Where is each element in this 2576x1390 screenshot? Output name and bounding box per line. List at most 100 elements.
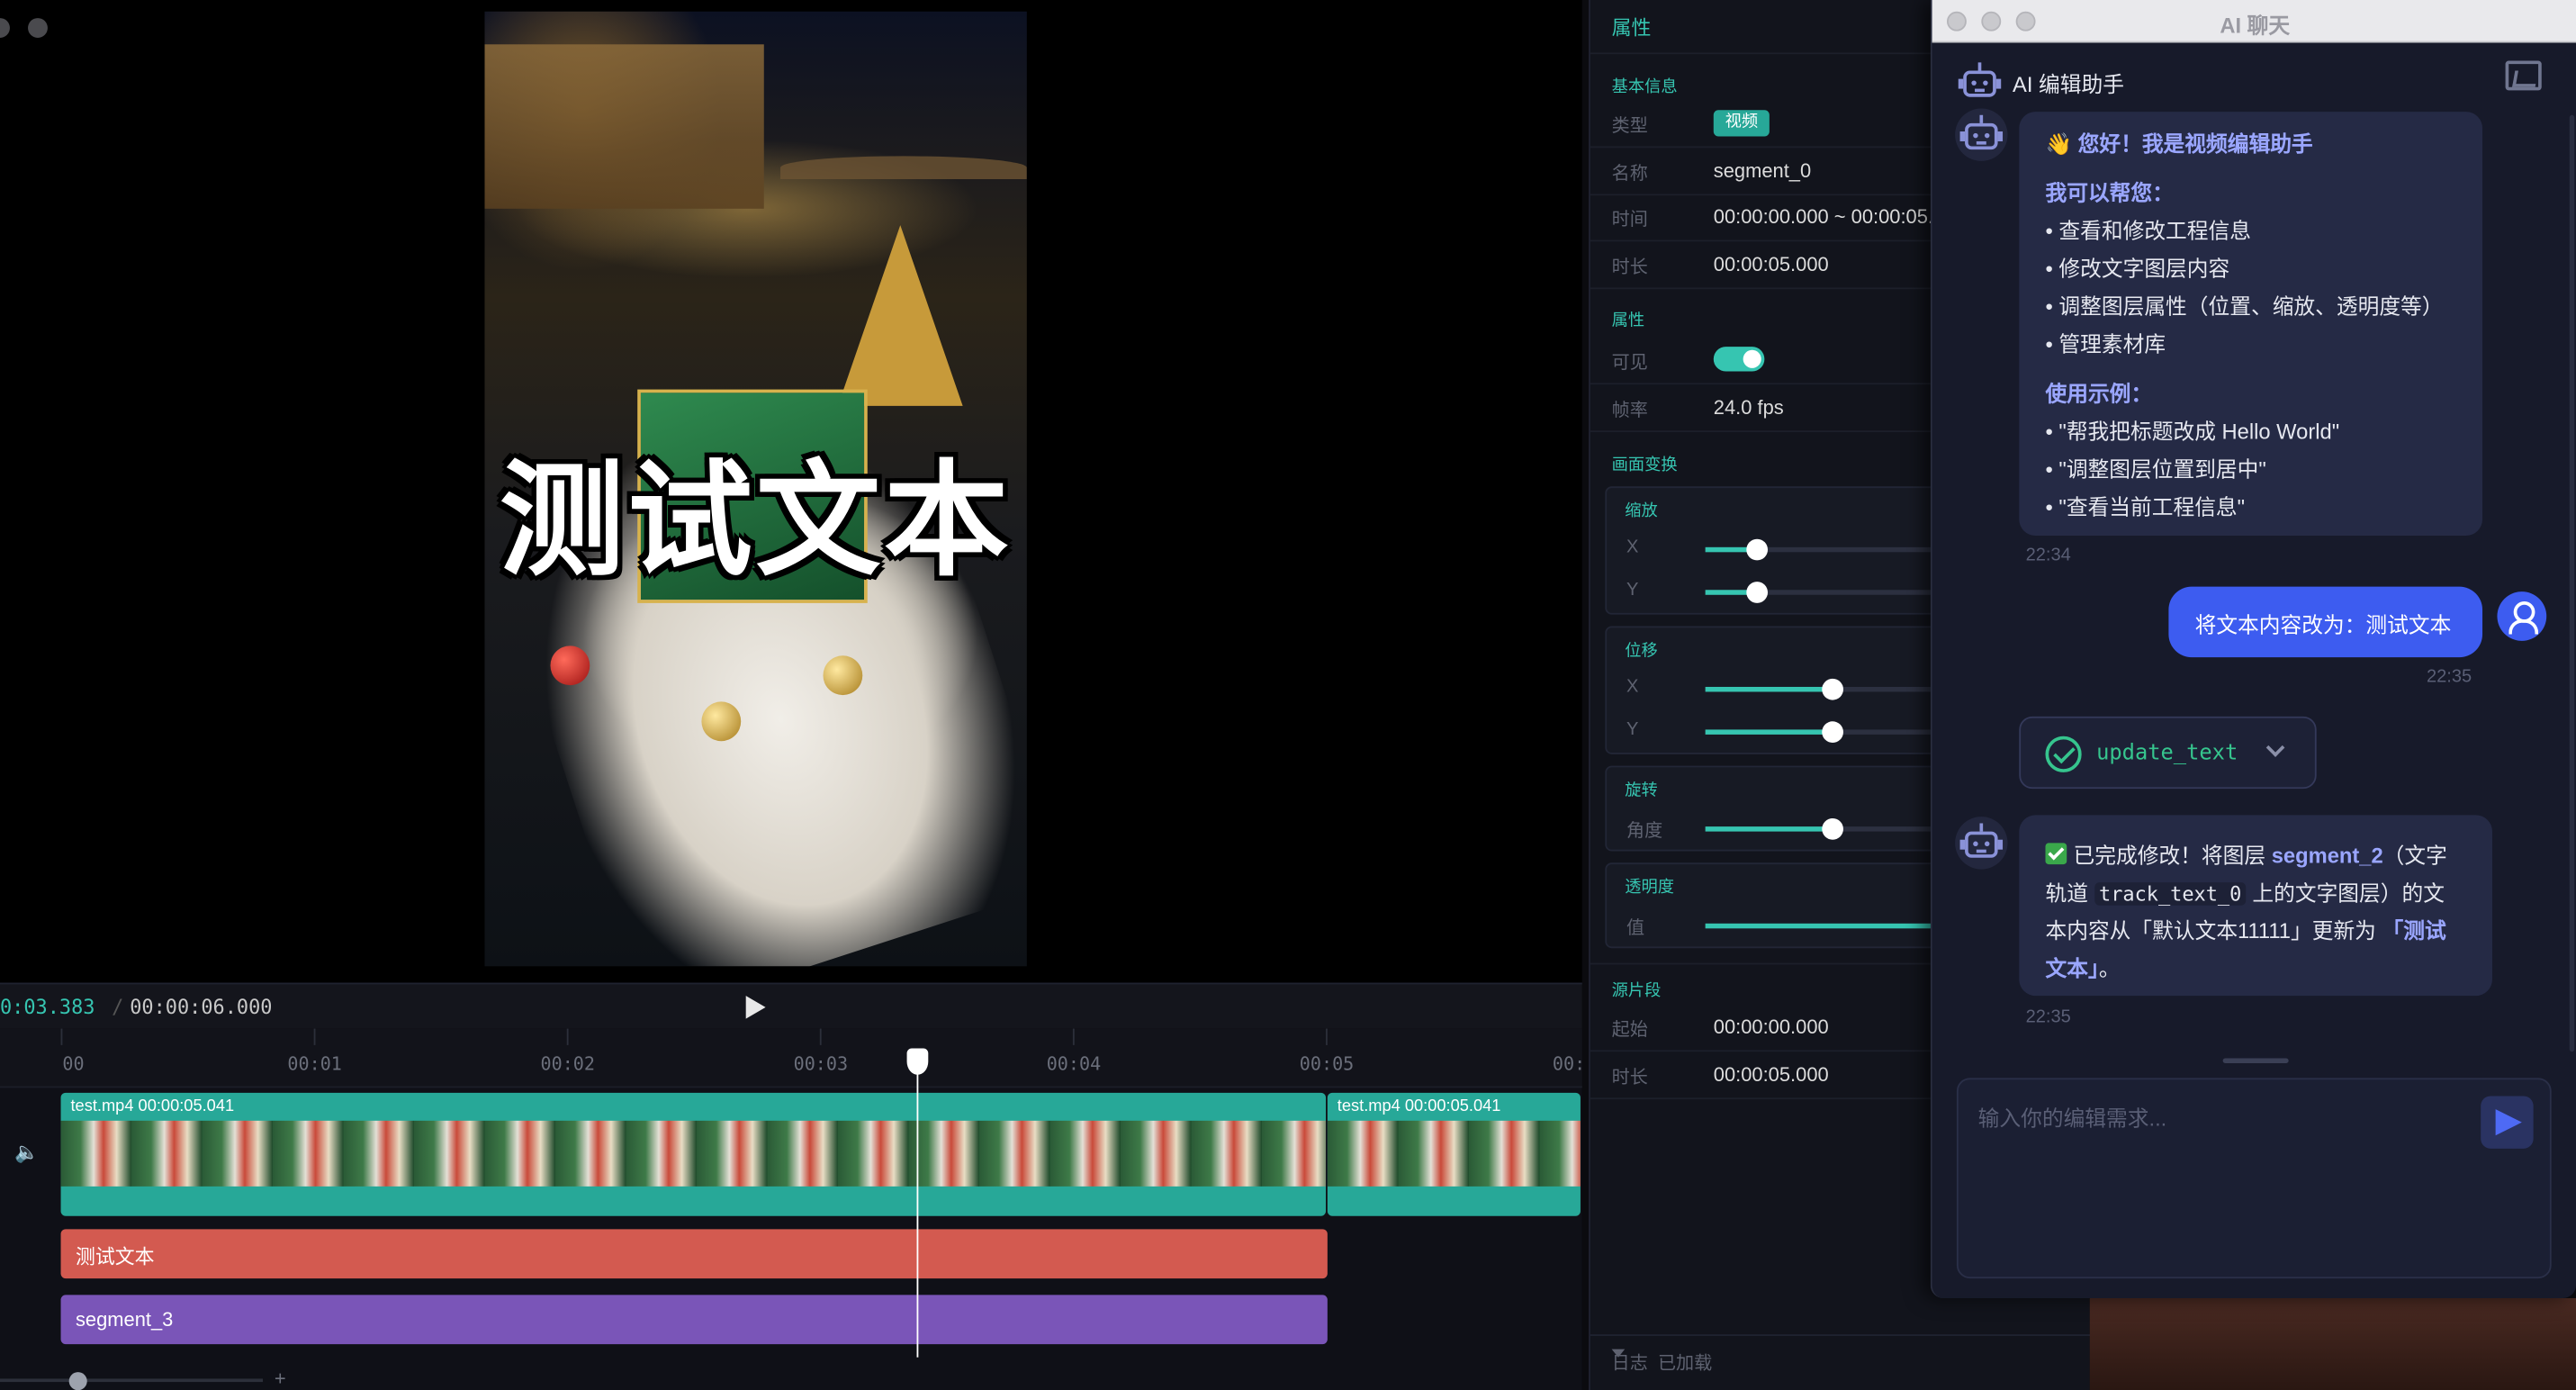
rotation-label: 角度 xyxy=(1626,821,1663,842)
playhead-handle[interactable] xyxy=(906,1048,929,1075)
text-clip[interactable]: 测试文本 xyxy=(60,1229,1328,1279)
chat-scrollbar[interactable] xyxy=(2569,114,2575,1052)
window-close-dot[interactable] xyxy=(0,18,10,38)
position-title: 位移 xyxy=(1625,642,1658,661)
preview-overlay-text[interactable]: 测试文本 xyxy=(484,419,1026,600)
source-heading: 源片段 xyxy=(1611,982,1662,1001)
ruler-tick-label: 00:05 xyxy=(1299,1053,1355,1075)
time-ruler[interactable]: 00 00:01 00:02 00:03 00:04 00:05 00: xyxy=(0,1028,1586,1088)
tool-call-name: update_text xyxy=(2096,741,2238,766)
opacity-title: 透明度 xyxy=(1625,879,1674,898)
source-start-value: 00:00:00.000 xyxy=(1713,1015,1829,1039)
chevron-down-icon[interactable] xyxy=(1611,1349,1626,1358)
check-icon xyxy=(2045,843,2067,865)
playhead-line[interactable] xyxy=(916,1058,919,1358)
play-icon[interactable] xyxy=(745,996,766,1019)
chat-window-title: AI 聊天 xyxy=(2220,13,2291,38)
properties-title: 属性 xyxy=(1611,16,1652,40)
basic-info-heading: 基本信息 xyxy=(1611,78,1678,97)
scale-title: 缩放 xyxy=(1625,502,1658,521)
source-duration-label: 时长 xyxy=(1611,1068,1648,1088)
scale-x-label: X xyxy=(1626,537,1639,557)
chat-input-placeholder: 输入你的编辑需求... xyxy=(1977,1106,2167,1131)
timeline-zoom-knob[interactable] xyxy=(68,1372,87,1390)
assistant-avatar xyxy=(1955,817,2008,870)
desktop-background xyxy=(2089,1297,2576,1390)
user-avatar-icon xyxy=(2497,591,2547,641)
help-item: • 修改文字图层内容 xyxy=(2045,256,2230,282)
assistant-message: 👋 您好！我是视频编辑助手 我可以帮您： • 查看和修改工程信息 • 修改文字图… xyxy=(2019,112,2483,537)
chat-header-title: AI 编辑助手 xyxy=(2012,72,2124,97)
timeline[interactable]: 00 00:01 00:02 00:03 00:04 00:05 00: 🔈 t… xyxy=(0,1028,1586,1390)
result-line: 已完成修改！将图层 segment_2（文字 xyxy=(2045,838,2447,870)
fps-value: 24.0 fps xyxy=(1713,395,1784,420)
window-minimize-dot[interactable] xyxy=(28,18,48,38)
ruler-tick xyxy=(819,1028,822,1045)
chevron-down-icon[interactable] xyxy=(2265,738,2285,757)
ruler-tick xyxy=(1072,1028,1075,1045)
video-preview[interactable]: 测试文本 xyxy=(484,11,1027,967)
assistant-avatar xyxy=(1955,108,2008,161)
preview-building xyxy=(484,44,764,209)
video-clip[interactable]: test.mp4 00:00:05.041 xyxy=(1327,1092,1581,1216)
segment-clip[interactable]: segment_3 xyxy=(60,1295,1328,1345)
current-time: 0:03.383 xyxy=(0,996,95,1019)
user-message-text: 将文本内容改为：测试文本 xyxy=(2194,612,2452,638)
video-clip-label: test.mp4 00:00:05.041 xyxy=(1337,1097,1501,1116)
visible-label: 可见 xyxy=(1611,353,1648,374)
track-mute-icon[interactable]: 🔈 xyxy=(14,1141,39,1164)
opacity-label: 值 xyxy=(1626,918,1645,939)
result-line: 文本」。 xyxy=(2045,956,2121,981)
slider-knob[interactable] xyxy=(1746,582,1769,603)
ruler-tick xyxy=(1326,1028,1328,1045)
tool-call-chip[interactable]: update_text xyxy=(2019,716,2317,790)
slider-fill xyxy=(1705,826,1832,832)
greeting-text: 👋 您好！我是视频编辑助手 xyxy=(2045,131,2313,157)
robot-icon xyxy=(1959,823,2004,859)
message-timestamp: 22:35 xyxy=(2025,1006,2071,1027)
result-line: 轨道 track_text_0 上的文字图层）的文 xyxy=(2045,880,2445,906)
message-timestamp: 22:34 xyxy=(2025,545,2071,565)
preview-ornament xyxy=(701,701,742,742)
preview-bridge xyxy=(780,156,1027,179)
send-icon[interactable] xyxy=(2481,1096,2534,1149)
slider-knob[interactable] xyxy=(1821,678,1843,700)
example-heading: 使用示例： xyxy=(2045,381,2153,406)
ruler-tick-label: 00:01 xyxy=(287,1053,342,1075)
duration-label: 时长 xyxy=(1611,257,1648,278)
resize-handle[interactable] xyxy=(2222,1058,2289,1063)
ruler-tick xyxy=(313,1028,316,1045)
log-bar[interactable]: 日志 已加载 xyxy=(1590,1334,2092,1390)
video-thumbnails xyxy=(1327,1120,1581,1187)
zoom-in-icon[interactable]: + xyxy=(275,1367,286,1390)
preview-tree xyxy=(837,225,963,406)
total-time: 00:00:06.000 xyxy=(130,996,273,1019)
video-clip-label: test.mp4 00:00:05.041 xyxy=(70,1097,235,1116)
chat-titlebar[interactable]: AI 聊天 xyxy=(1932,0,2576,43)
message-timestamp: 22:35 xyxy=(2426,667,2472,687)
slider-fill xyxy=(1705,729,1832,735)
pos-x-label: X xyxy=(1626,677,1639,697)
type-badge: 视频 xyxy=(1713,110,1770,137)
timeline-zoom-slider[interactable] xyxy=(0,1378,264,1383)
app-root: 测试文本 0:03.383 / 00:00:06.000 00 00:01 00… xyxy=(0,0,2576,1390)
example-item: • "帮我把标题改成 Hello World" xyxy=(2045,419,2340,444)
ruler-tick-label: 00:03 xyxy=(793,1053,849,1075)
slider-knob[interactable] xyxy=(1821,721,1843,744)
video-clip[interactable]: test.mp4 00:00:05.041 xyxy=(60,1092,1327,1216)
name-value: segment_0 xyxy=(1713,159,1812,183)
preview-ornament xyxy=(823,655,863,696)
slider-knob[interactable] xyxy=(1821,817,1843,840)
robot-icon xyxy=(1958,62,2002,98)
pos-y-label: Y xyxy=(1626,719,1639,740)
video-editor: 测试文本 0:03.383 / 00:00:06.000 00 00:01 00… xyxy=(0,0,1586,1390)
slider-knob[interactable] xyxy=(1746,538,1769,561)
history-icon[interactable] xyxy=(2505,60,2542,91)
rotation-title: 旋转 xyxy=(1625,781,1658,800)
chat-header: AI 编辑助手 xyxy=(1932,44,2576,113)
visible-toggle[interactable] xyxy=(1713,347,1765,372)
ruler-tick-label: 00: xyxy=(1552,1053,1586,1075)
log-label: 日志 已加载 xyxy=(1611,1354,1713,1374)
slider-fill xyxy=(1705,686,1832,692)
chat-input[interactable]: 输入你的编辑需求... xyxy=(1956,1078,2552,1279)
